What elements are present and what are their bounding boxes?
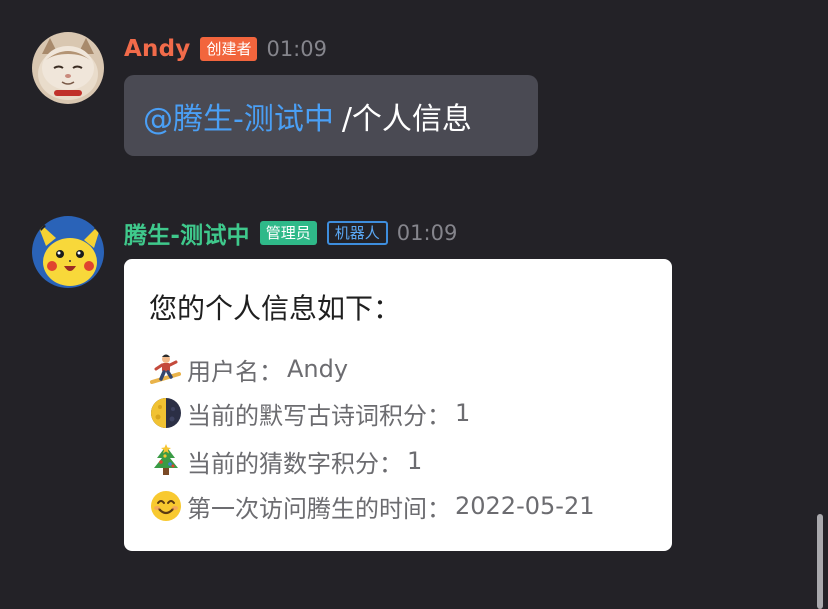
card-title: 您的个人信息如下： — [149, 292, 402, 325]
message-bubble-andy[interactable]: @腾生-测试中 /个人信息 — [124, 75, 538, 156]
info-label: 当前的默写古诗词积分： — [187, 401, 451, 430]
timestamp: 01:09 — [266, 37, 327, 61]
message-header-andy: Andy 创建者 01:09 — [124, 33, 327, 65]
info-card[interactable]: 您的个人信息如下： 用户名： Andy 当前的默写古诗词积分： 1 当前的猜数字… — [124, 259, 672, 551]
info-value: Andy — [287, 355, 349, 383]
pikachu-avatar — [32, 216, 104, 288]
smiling-face-emoji — [149, 489, 183, 523]
mention-link[interactable]: @腾生-测试中 — [143, 94, 334, 138]
info-label: 当前的猜数字积分： — [187, 449, 403, 478]
timestamp: 01:09 — [396, 221, 458, 245]
admin-badge: 管理员 — [259, 221, 317, 245]
avatar-bot[interactable] — [32, 216, 104, 288]
info-value: 1 — [455, 399, 471, 427]
avatar-andy[interactable] — [32, 32, 104, 104]
message-header-bot: 腾生-测试中 管理员 机器人 01:09 — [124, 217, 457, 249]
creator-badge: 创建者 — [200, 37, 258, 61]
info-value: 2022-05-21 — [455, 492, 595, 520]
bot-badge: 机器人 — [326, 221, 388, 245]
vertical-scrollbar[interactable] — [817, 514, 823, 609]
info-value: 1 — [407, 447, 423, 475]
cat-photo-avatar — [32, 32, 104, 104]
sender-name[interactable]: 腾生-测试中 — [124, 216, 250, 250]
info-label: 第一次访问腾生的时间： — [187, 494, 451, 523]
christmas-tree-emoji — [149, 444, 183, 478]
info-line-first-visit: 第一次访问腾生的时间： 2022-05-21 — [149, 488, 594, 524]
info-line-guess-score: 当前的猜数字积分： 1 — [149, 443, 422, 479]
command-text: /个人信息 — [341, 101, 472, 137]
snowboarder-emoji — [149, 352, 183, 386]
info-line-poetry-score: 当前的默写古诗词积分： 1 — [149, 395, 470, 431]
info-line-username: 用户名： Andy — [149, 351, 348, 387]
info-label: 用户名： — [187, 357, 283, 386]
half-moon-emoji — [149, 396, 183, 430]
sender-name[interactable]: Andy — [124, 36, 190, 62]
